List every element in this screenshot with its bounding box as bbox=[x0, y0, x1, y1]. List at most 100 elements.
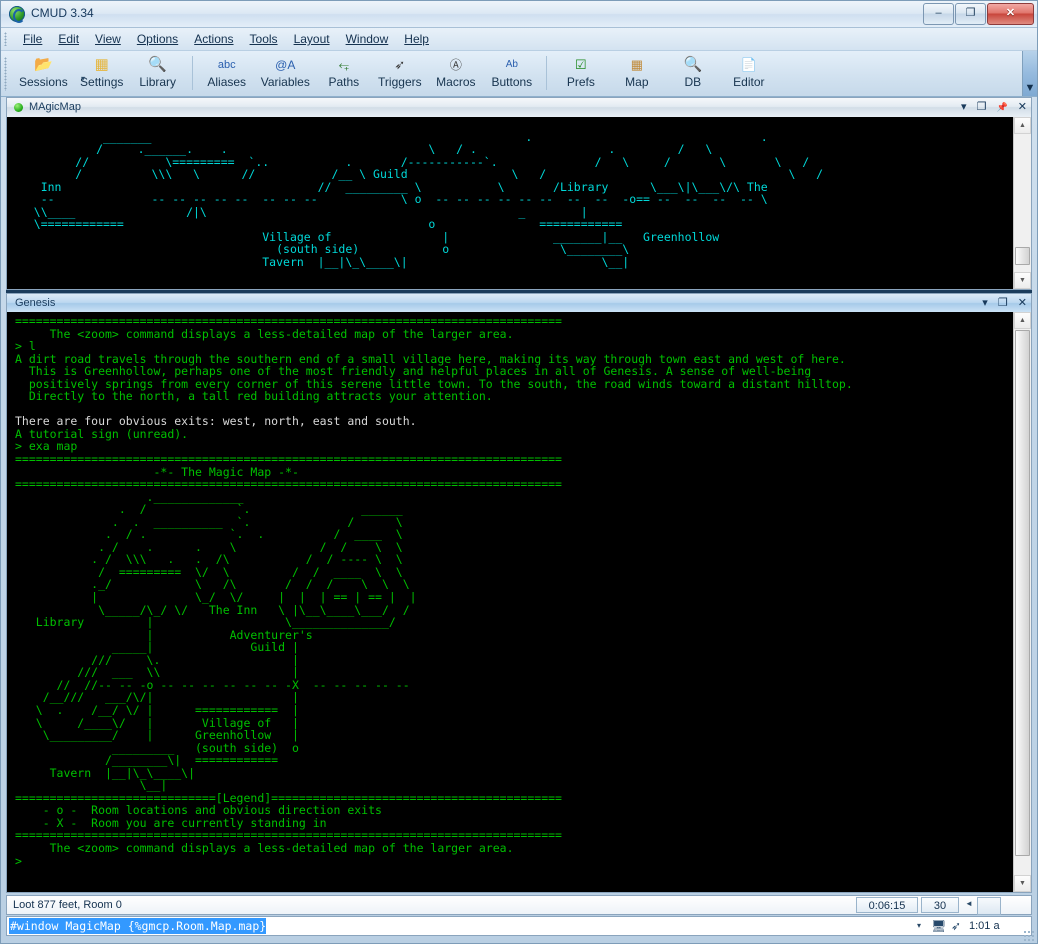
genesis-titlebar[interactable]: Genesis ▾ ❐ ✕ bbox=[6, 293, 1032, 313]
menu-item-actions[interactable]: Actions bbox=[186, 30, 241, 49]
maximize-icon: ❐ bbox=[965, 7, 976, 19]
library-magnifier-icon: 🔍 bbox=[148, 56, 168, 73]
terminal-line: ========================================… bbox=[15, 477, 562, 492]
menu-options-label: Options bbox=[136, 32, 179, 46]
genesis-scroll-up-arrow-icon[interactable]: ▲ bbox=[1014, 312, 1031, 329]
menu-item-options[interactable]: Options bbox=[129, 30, 186, 49]
main-toolbar: 📂 Sessions ▦ Settings 🔍 Library abc Alia… bbox=[1, 51, 1037, 97]
toolbar-macros-button[interactable]: Ⓐ Macros bbox=[428, 53, 484, 90]
status-timer-field: 0:06:15 bbox=[856, 897, 918, 913]
magicmap-status-dot-icon bbox=[14, 103, 23, 112]
genesis-magic-map-ascii-art: ._____________ . / `. ______ . . _______… bbox=[35, 489, 417, 793]
magicmap-scroll-up-arrow-icon[interactable]: ▲ bbox=[1014, 117, 1031, 134]
magicmap-pin-icon[interactable]: 📌 bbox=[997, 100, 1008, 114]
toolbar-aliases-button[interactable]: abc Aliases bbox=[199, 53, 255, 90]
trigger-gun-icon[interactable]: ➶ bbox=[951, 919, 961, 933]
genesis-maximize-icon[interactable]: ❐ bbox=[998, 296, 1008, 310]
window-resize-grip[interactable] bbox=[1023, 930, 1035, 942]
toolbar-variables-label: Variables bbox=[260, 75, 310, 89]
magicmap-menu-chevron-down-icon[interactable]: ▾ bbox=[961, 100, 967, 114]
cmud-main-window: CMUD 3.34 – ❐ ✕ File Edit View Options A… bbox=[0, 0, 1038, 944]
toolbar-sessions-button[interactable]: 📂 Sessions bbox=[13, 53, 74, 90]
menu-item-edit[interactable]: Edit bbox=[50, 30, 87, 49]
toolbar-library-button[interactable]: 🔍 Library bbox=[130, 53, 186, 90]
toolbar-paths-button[interactable]: ⥆ Paths bbox=[316, 53, 372, 90]
menu-edit-label: Edit bbox=[58, 32, 80, 46]
terminal-line: Directly to the north, a tall red buildi… bbox=[15, 389, 493, 404]
magicmap-maximize-icon[interactable]: ❐ bbox=[977, 100, 987, 114]
toolbar-sessions-label: Sessions bbox=[19, 75, 68, 89]
terminal-line: The <zoom> command displays a less-detai… bbox=[15, 840, 514, 855]
status-scroll-thumb[interactable] bbox=[977, 897, 1001, 915]
menu-file-label: File bbox=[23, 32, 43, 46]
genesis-menu-chevron-down-icon[interactable]: ▾ bbox=[982, 296, 988, 310]
mdi-client-area: MAgicMap ▾ ❐ 📌 ✕ _______ . . / .______. … bbox=[6, 97, 1032, 893]
menu-item-help[interactable]: Help bbox=[396, 30, 437, 49]
terminal-line: > l bbox=[15, 339, 36, 354]
command-history-chevron-down-icon[interactable]: ▾ bbox=[917, 921, 921, 930]
magicmap-titlebar[interactable]: MAgicMap ▾ ❐ 📌 ✕ bbox=[6, 97, 1032, 117]
magicmap-close-icon[interactable]: ✕ bbox=[1018, 100, 1027, 114]
genesis-vertical-scrollbar[interactable]: ▲ ▼ bbox=[1013, 312, 1031, 892]
genesis-scroll-down-arrow-icon[interactable]: ▼ bbox=[1014, 875, 1031, 892]
toolbar-settings-button[interactable]: ▦ Settings bbox=[74, 53, 130, 90]
running-man-icon: ⥆ bbox=[338, 57, 350, 72]
document-icon: 📄 bbox=[740, 57, 757, 72]
toolbar-editor-label: Editor bbox=[733, 75, 765, 89]
menu-window-label: Window bbox=[345, 32, 389, 46]
magicmap-scroll-thumb[interactable] bbox=[1015, 247, 1030, 265]
maximize-button[interactable]: ❐ bbox=[955, 3, 986, 25]
map-icon: ▦ bbox=[630, 57, 643, 72]
settings-stack-icon: ▦ bbox=[94, 56, 109, 73]
toolbar-map-button[interactable]: ▦ Map bbox=[609, 53, 665, 90]
toolbar-separator-2 bbox=[545, 56, 547, 90]
command-input-bar[interactable]: #window MagicMap {%gmcp.Room.Map.map} ▾ … bbox=[6, 916, 1032, 936]
menu-item-layout[interactable]: Layout bbox=[286, 30, 338, 49]
menu-item-view[interactable]: View bbox=[87, 30, 129, 49]
terminal-line: This is Greenhollow, perhaps one of the … bbox=[15, 364, 812, 379]
toolbar-db-label: DB bbox=[684, 75, 702, 89]
at-a-icon: @A bbox=[275, 58, 296, 72]
toolbar-variables-button[interactable]: @A Variables bbox=[255, 53, 316, 90]
status-mini-scroller[interactable]: ◄ bbox=[963, 897, 1027, 915]
genesis-window: Genesis ▾ ❐ ✕ ==========================… bbox=[6, 293, 1032, 893]
magicmap-scroll-down-arrow-icon[interactable]: ▼ bbox=[1014, 272, 1031, 289]
cmud-logo-icon bbox=[9, 6, 25, 23]
toolbar-db-button[interactable]: 🔍 DB bbox=[665, 53, 721, 90]
database-magnifier-icon: 🔍 bbox=[683, 56, 703, 73]
window-title: CMUD 3.34 bbox=[31, 6, 94, 20]
toolbar-triggers-button[interactable]: ➶ Triggers bbox=[372, 53, 428, 90]
magicmap-window-controls: ▾ ❐ 📌 ✕ bbox=[954, 100, 1027, 114]
toolbar-prefs-label: Prefs bbox=[566, 75, 595, 89]
ab-button-icon: Ab bbox=[505, 59, 518, 70]
genesis-scroll-thumb[interactable] bbox=[1015, 330, 1030, 856]
toolbar-grip[interactable] bbox=[4, 57, 7, 91]
status-bar: Loot 877 feet, Room 0 0:06:15 30 ◄ bbox=[6, 895, 1032, 915]
menu-layout-label: Layout bbox=[293, 32, 330, 46]
status-scroll-left-arrow-icon[interactable]: ◄ bbox=[965, 899, 973, 908]
abc-icon: abc bbox=[217, 59, 236, 71]
genesis-body: ========================================… bbox=[6, 312, 1032, 893]
close-button[interactable]: ✕ bbox=[987, 3, 1034, 25]
toolbar-buttons-button[interactable]: Ab Buttons bbox=[484, 53, 540, 90]
menu-item-file[interactable]: File bbox=[15, 30, 50, 49]
toolbar-prefs-button[interactable]: ☑ Prefs bbox=[553, 53, 609, 90]
sessions-dropdown-chevron-down-icon[interactable]: ▾ bbox=[81, 74, 85, 83]
status-count-field: 30 bbox=[921, 897, 959, 913]
genesis-close-icon[interactable]: ✕ bbox=[1018, 296, 1027, 310]
menu-item-window[interactable]: Window bbox=[338, 30, 397, 49]
magicmap-vertical-scrollbar[interactable]: ▲ ▼ bbox=[1013, 117, 1031, 289]
menubar-grip[interactable] bbox=[4, 32, 7, 46]
terminal-line: A tutorial sign (unread). bbox=[15, 426, 189, 441]
window-controls: – ❐ ✕ bbox=[922, 3, 1034, 25]
menu-actions-label: Actions bbox=[194, 32, 234, 46]
command-input[interactable]: #window MagicMap {%gmcp.Room.Map.map} bbox=[9, 918, 267, 934]
magicmap-title: MAgicMap bbox=[29, 101, 81, 113]
toolbar-editor-button[interactable]: 📄 Editor bbox=[721, 53, 777, 90]
toolbar-overflow-button[interactable]: ▼ bbox=[1022, 51, 1037, 96]
minimize-button[interactable]: – bbox=[923, 3, 954, 25]
computer-icon[interactable]: 🖥 bbox=[931, 919, 946, 933]
toolbar-settings-label: Settings bbox=[80, 75, 124, 89]
toolbar-macros-label: Macros bbox=[436, 75, 476, 89]
menu-item-tools[interactable]: Tools bbox=[242, 30, 286, 49]
